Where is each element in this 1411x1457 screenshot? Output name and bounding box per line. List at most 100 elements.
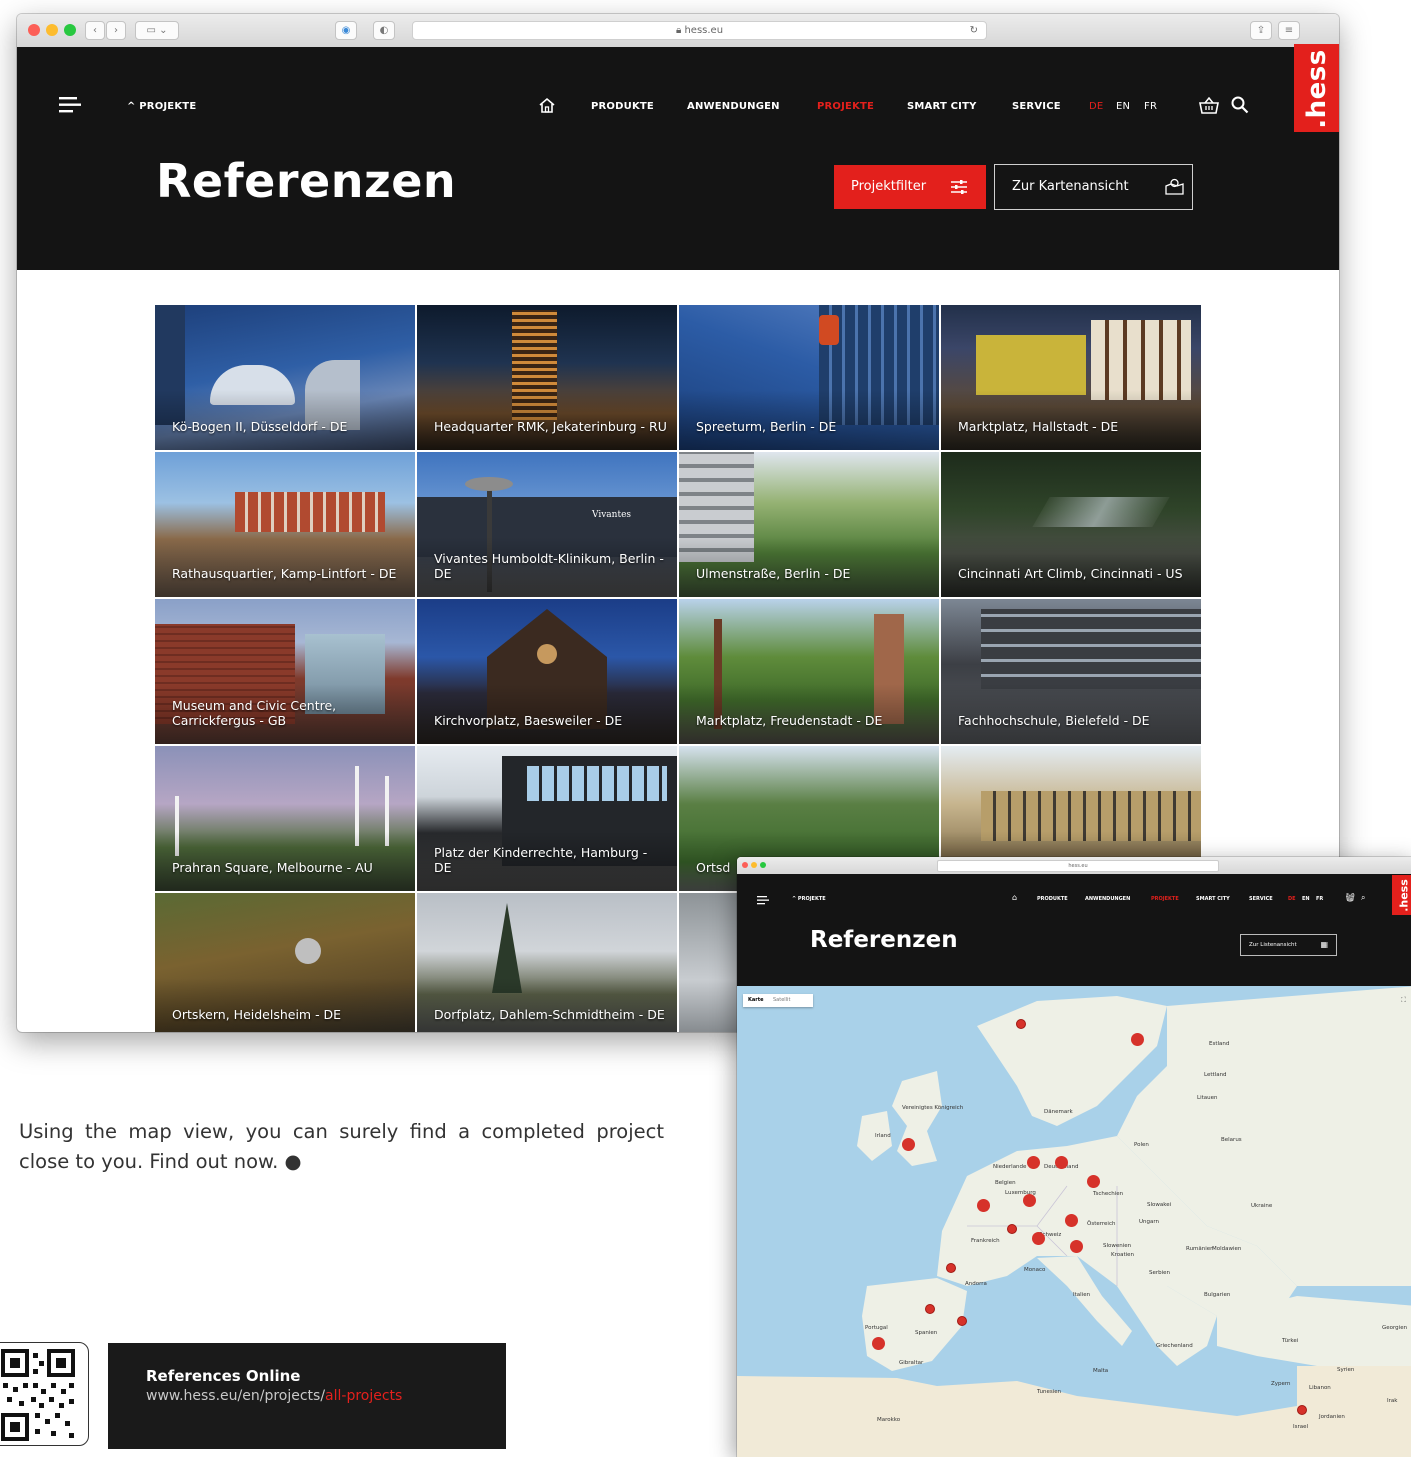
address-bar[interactable]: 🔒︎ hess.eu ↻ bbox=[412, 21, 987, 40]
project-title: Cincinnati Art Climb, Cincinnati - US bbox=[958, 566, 1183, 581]
forward-button[interactable]: › bbox=[106, 21, 126, 40]
project-tile[interactable]: Kö-Bogen II, Düsseldorf - DE bbox=[155, 305, 415, 450]
maximize-window-button[interactable] bbox=[760, 862, 766, 868]
project-tile[interactable]: Dorfplatz, Dahlem-Schmidtheim - DE bbox=[417, 893, 677, 1032]
references-link[interactable]: www.hess.eu/en/projects/all-projects bbox=[146, 1388, 402, 1404]
hess-logo[interactable]: .hess bbox=[1392, 875, 1411, 915]
map-pin[interactable] bbox=[925, 1304, 935, 1314]
project-tile[interactable]: Ulmenstraße, Berlin - DE bbox=[679, 452, 939, 597]
nav-service[interactable]: SERVICE bbox=[1249, 896, 1273, 902]
menu-icon[interactable] bbox=[59, 97, 81, 113]
reload-icon[interactable]: ↻ bbox=[970, 22, 978, 39]
nav-projekte[interactable]: PROJEKTE bbox=[1151, 896, 1179, 902]
map-cluster[interactable] bbox=[1023, 1194, 1036, 1207]
map-cluster[interactable] bbox=[1065, 1214, 1078, 1227]
sidebar-toggle-button[interactable]: ▭ ⌄ bbox=[135, 21, 179, 40]
nav-anwendungen[interactable]: ANWENDUNGEN bbox=[687, 101, 780, 112]
map-browser-window: hess.eu ^ PROJEKTE ⌂ PRODUKTE ANWENDUNGE… bbox=[737, 857, 1411, 1457]
nav-smart-city[interactable]: SMART CITY bbox=[907, 101, 977, 112]
lang-fr[interactable]: FR bbox=[1144, 101, 1157, 112]
nav-anwendungen[interactable]: ANWENDUNGEN bbox=[1085, 896, 1130, 902]
map-pin[interactable] bbox=[946, 1263, 956, 1273]
map-cluster[interactable] bbox=[1087, 1175, 1100, 1188]
map-pin[interactable] bbox=[1007, 1224, 1017, 1234]
map-cluster[interactable] bbox=[1032, 1232, 1045, 1245]
map-cluster[interactable] bbox=[1055, 1156, 1068, 1169]
lang-en[interactable]: EN bbox=[1116, 101, 1130, 112]
project-tile[interactable]: Headquarter RMK, Jekaterinburg - RU bbox=[417, 305, 677, 450]
lang-fr[interactable]: FR bbox=[1316, 896, 1323, 902]
map-cluster[interactable] bbox=[1027, 1156, 1040, 1169]
breadcrumb[interactable]: ^ PROJEKTE bbox=[792, 896, 826, 902]
maximize-window-button[interactable] bbox=[64, 24, 76, 36]
project-tile[interactable]: Cincinnati Art Climb, Cincinnati - US bbox=[941, 452, 1201, 597]
project-tile[interactable]: Marktplatz, Freudenstadt - DE bbox=[679, 599, 939, 744]
nav-smart-city[interactable]: SMART CITY bbox=[1196, 896, 1230, 902]
nav-service[interactable]: SERVICE bbox=[1012, 101, 1061, 112]
map-cluster[interactable] bbox=[1070, 1240, 1083, 1253]
project-title: Dorfplatz, Dahlem-Schmidtheim - DE bbox=[434, 1007, 665, 1022]
project-tile[interactable]: Rathausquartier, Kamp-Lintfort - DE bbox=[155, 452, 415, 597]
references-online-box: References Online www.hess.eu/en/project… bbox=[108, 1343, 506, 1449]
project-tile[interactable]: Prahran Square, Melbourne - AU bbox=[155, 746, 415, 891]
qr-code[interactable] bbox=[0, 1342, 89, 1446]
map-view-description: Using the map view, you can surely find … bbox=[19, 1120, 664, 1173]
tabs-button[interactable]: ≡ bbox=[1278, 21, 1300, 40]
map-tab-karte[interactable]: Karte bbox=[748, 994, 764, 1007]
project-tile[interactable]: Platz der Kinderrechte, Hamburg - DE bbox=[417, 746, 677, 891]
map-tab-satellit[interactable]: Satellit bbox=[773, 994, 790, 1007]
europe-map[interactable]: Karte Satellit ⛶ Vereinigtes Königreich … bbox=[737, 986, 1411, 1457]
lang-en[interactable]: EN bbox=[1302, 896, 1310, 902]
close-window-button[interactable] bbox=[28, 24, 40, 36]
hess-logo[interactable]: .hess bbox=[1294, 44, 1339, 132]
map-cluster[interactable] bbox=[902, 1138, 915, 1151]
search-icon[interactable] bbox=[1231, 96, 1249, 114]
project-tile[interactable]: Ortskern, Heidelsheim - DE bbox=[155, 893, 415, 1032]
minimize-window-button[interactable] bbox=[46, 24, 58, 36]
map-label: Österreich bbox=[1087, 1221, 1116, 1227]
basket-icon[interactable]: 🧺︎ bbox=[1345, 893, 1355, 902]
map-pin[interactable] bbox=[1297, 1405, 1307, 1415]
extension-icon[interactable]: ◉ bbox=[335, 21, 357, 40]
search-icon[interactable]: ⌕ bbox=[1361, 893, 1365, 903]
privacy-icon[interactable]: ◐ bbox=[373, 21, 395, 40]
project-tile[interactable]: Marktplatz, Hallstadt - DE bbox=[941, 305, 1201, 450]
home-icon[interactable]: ⌂ bbox=[1012, 893, 1017, 902]
project-tile[interactable]: Fachhochschule, Bielefeld - DE bbox=[941, 599, 1201, 744]
map-label: Marokko bbox=[877, 1417, 901, 1423]
nav-produkte[interactable]: PRODUKTE bbox=[591, 101, 654, 112]
project-tile[interactable]: Museum and Civic Centre, Carrickfergus -… bbox=[155, 599, 415, 744]
map-label: Vereinigtes Königreich bbox=[902, 1105, 964, 1111]
project-tile[interactable]: Vivantes Vivantes Humboldt-Klinikum, Ber… bbox=[417, 452, 677, 597]
address-bar[interactable]: hess.eu bbox=[937, 860, 1219, 872]
project-tile[interactable]: Spreeturm, Berlin - DE bbox=[679, 305, 939, 450]
nav-projekte[interactable]: PROJEKTE bbox=[817, 101, 874, 112]
minimize-window-button[interactable] bbox=[751, 862, 757, 868]
project-title: Marktplatz, Freudenstadt - DE bbox=[696, 713, 883, 728]
breadcrumb[interactable]: ^ PROJEKTE bbox=[127, 101, 196, 112]
project-title: Prahran Square, Melbourne - AU bbox=[172, 860, 373, 875]
list-view-button[interactable]: Zur Listenansicht ▦ bbox=[1240, 934, 1337, 956]
project-title: Museum and Civic Centre, Carrickfergus -… bbox=[172, 698, 337, 728]
nav-produkte[interactable]: PRODUKTE bbox=[1037, 896, 1068, 902]
project-filter-button[interactable]: Projektfilter bbox=[834, 165, 986, 209]
basket-icon[interactable] bbox=[1199, 97, 1219, 114]
home-icon[interactable] bbox=[538, 97, 556, 114]
map-label: Estland bbox=[1209, 1041, 1230, 1047]
map-cluster[interactable] bbox=[977, 1199, 990, 1212]
map-cluster[interactable] bbox=[872, 1337, 885, 1350]
map-view-button[interactable]: Zur Kartenansicht bbox=[994, 164, 1193, 210]
map-pin[interactable] bbox=[1016, 1019, 1026, 1029]
map-cluster[interactable] bbox=[1131, 1033, 1144, 1046]
lang-de[interactable]: DE bbox=[1089, 101, 1103, 112]
share-button[interactable]: ⇪ bbox=[1250, 21, 1272, 40]
list-view-label: Zur Listenansicht bbox=[1249, 942, 1297, 948]
back-button[interactable]: ‹ bbox=[85, 21, 105, 40]
map-label: Israel bbox=[1293, 1424, 1309, 1430]
lang-de[interactable]: DE bbox=[1288, 896, 1296, 902]
map-pin[interactable] bbox=[957, 1316, 967, 1326]
close-window-button[interactable] bbox=[742, 862, 748, 868]
project-tile[interactable]: Kirchvorplatz, Baesweiler - DE bbox=[417, 599, 677, 744]
fullscreen-icon[interactable]: ⛶ bbox=[1401, 996, 1411, 1006]
menu-icon[interactable] bbox=[757, 896, 769, 905]
